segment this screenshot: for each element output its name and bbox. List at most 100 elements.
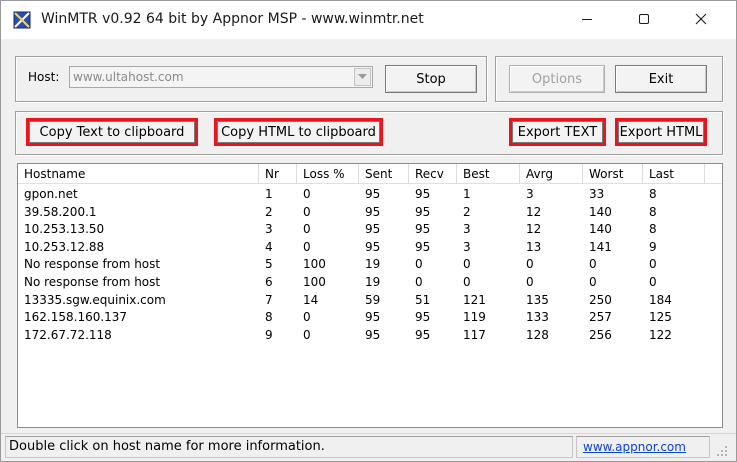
cell-nr: 9 <box>265 327 273 342</box>
stop-button[interactable]: Stop <box>385 65 477 93</box>
cell-hostname[interactable]: 162.158.160.137 <box>18 308 259 326</box>
table-row[interactable]: No response from host 5 100 19 0 0 0 0 0 <box>18 255 722 273</box>
winmtr-app-icon <box>13 11 31 29</box>
minimize-button[interactable] <box>564 1 610 39</box>
cell-nr: 7 <box>265 292 273 307</box>
host-combobox[interactable] <box>69 66 373 88</box>
cell-sent: 19 <box>365 257 381 272</box>
cell-worst: 256 <box>589 327 612 342</box>
cell-loss: 0 <box>303 239 311 254</box>
chevron-down-icon[interactable] <box>354 68 371 86</box>
cell-best: 119 <box>463 310 486 325</box>
cell-worst: 140 <box>589 204 612 219</box>
copy-text-button[interactable]: Copy Text to clipboard <box>26 118 198 146</box>
title-bar: WinMTR v0.92 64 bit by Appnor MSP - www.… <box>1 1 736 39</box>
cell-worst: 250 <box>589 292 612 307</box>
table-row[interactable]: 39.58.200.1 2 0 95 95 2 12 140 8 <box>18 203 722 221</box>
cell-recv: 95 <box>415 327 431 342</box>
appnor-link[interactable]: www.appnor.com <box>576 436 710 458</box>
cell-hostname[interactable]: 10.253.12.88 <box>18 238 259 256</box>
table-row[interactable]: No response from host 6 100 19 0 0 0 0 0 <box>18 273 722 291</box>
cell-loss: 0 <box>303 310 311 325</box>
cell-avrg: 135 <box>526 292 549 307</box>
cell-hostname[interactable]: No response from host <box>18 273 259 291</box>
cell-recv: 95 <box>415 222 431 237</box>
host-label: Host: <box>28 70 60 84</box>
cell-sent: 95 <box>365 239 381 254</box>
cell-avrg: 12 <box>526 204 542 219</box>
cell-sent: 95 <box>365 222 381 237</box>
cell-avrg: 128 <box>526 327 549 342</box>
status-bar: Double click on host name for more infor… <box>1 433 736 461</box>
host-input[interactable] <box>73 69 351 85</box>
cell-best: 1 <box>463 187 471 201</box>
column-header-hostname[interactable]: Hostname <box>18 164 259 184</box>
cell-best: 3 <box>463 222 471 237</box>
cell-sent: 95 <box>365 204 381 219</box>
results-table[interactable]: Hostname Nr Loss % Sent Recv Best Avrg W… <box>17 163 723 428</box>
cell-last: 9 <box>649 239 657 254</box>
export-html-button[interactable]: Export HTML <box>615 118 707 146</box>
cell-loss: 0 <box>303 204 311 219</box>
options-button[interactable]: Options <box>509 65 605 93</box>
column-header-best[interactable]: Best <box>457 164 520 184</box>
column-header-worst[interactable]: Worst <box>583 164 643 184</box>
maximize-button[interactable] <box>621 1 667 39</box>
cell-hostname[interactable]: 172.67.72.118 <box>18 326 259 344</box>
column-header-recv[interactable]: Recv <box>409 164 457 184</box>
cell-loss: 0 <box>303 327 311 342</box>
copy-html-button[interactable]: Copy HTML to clipboard <box>214 118 383 146</box>
table-row[interactable]: 13335.sgw.equinix.com 7 14 59 51 121 135 250 184 <box>18 291 722 309</box>
cell-avrg: 12 <box>526 222 542 237</box>
cell-sent: 95 <box>365 187 381 201</box>
cell-loss: 0 <box>303 222 311 237</box>
cell-sent: 19 <box>365 274 381 289</box>
cell-avrg: 0 <box>526 274 534 289</box>
export-text-button[interactable]: Export TEXT <box>509 118 606 146</box>
cell-loss: 0 <box>303 187 311 201</box>
cell-avrg: 3 <box>526 187 534 201</box>
cell-recv: 0 <box>415 257 423 272</box>
cell-last: 0 <box>649 257 657 272</box>
winmtr-window: WinMTR v0.92 64 bit by Appnor MSP - www.… <box>0 0 737 462</box>
cell-last: 8 <box>649 204 657 219</box>
column-header-nr[interactable]: Nr <box>259 164 297 184</box>
column-header-sent[interactable]: Sent <box>359 164 409 184</box>
cell-hostname[interactable]: 13335.sgw.equinix.com <box>18 291 259 309</box>
cell-recv: 95 <box>415 310 431 325</box>
close-icon <box>695 13 707 28</box>
cell-hostname[interactable]: gpon.net <box>18 185 259 203</box>
cell-loss: 100 <box>303 274 326 289</box>
table-row[interactable]: gpon.net 1 0 95 95 1 3 33 8 <box>18 185 722 203</box>
cell-recv: 95 <box>415 239 431 254</box>
window-title: WinMTR v0.92 64 bit by Appnor MSP - www.… <box>41 11 424 27</box>
cell-hostname[interactable]: No response from host <box>18 255 259 273</box>
cell-best: 0 <box>463 257 471 272</box>
column-header-avrg[interactable]: Avrg <box>520 164 583 184</box>
cell-loss: 14 <box>303 292 319 307</box>
table-row[interactable]: 172.67.72.118 9 0 95 95 117 128 256 122 <box>18 326 722 344</box>
maximize-icon <box>638 13 650 28</box>
table-row[interactable]: 10.253.12.88 4 0 95 95 3 13 141 9 <box>18 238 722 256</box>
cell-nr: 1 <box>265 187 273 201</box>
cell-avrg: 13 <box>526 239 542 254</box>
cell-hostname[interactable]: 10.253.13.50 <box>18 220 259 238</box>
cell-worst: 140 <box>589 222 612 237</box>
cell-worst: 141 <box>589 239 612 254</box>
close-button[interactable] <box>678 1 724 39</box>
cell-nr: 8 <box>265 310 273 325</box>
cell-hostname[interactable]: 39.58.200.1 <box>18 203 259 221</box>
column-header-last[interactable]: Last <box>643 164 705 184</box>
table-row[interactable]: 10.253.13.50 3 0 95 95 3 12 140 8 <box>18 220 722 238</box>
column-header-loss[interactable]: Loss % <box>297 164 359 184</box>
cell-last: 122 <box>649 327 672 342</box>
cell-worst: 0 <box>589 257 597 272</box>
cell-best: 3 <box>463 239 471 254</box>
cell-recv: 0 <box>415 274 423 289</box>
table-row[interactable]: 162.158.160.137 8 0 95 95 119 133 257 125 <box>18 308 722 326</box>
cell-last: 0 <box>649 274 657 289</box>
cell-last: 8 <box>649 187 657 201</box>
cell-avrg: 133 <box>526 310 549 325</box>
resize-grip-icon[interactable] <box>716 445 728 457</box>
exit-button[interactable]: Exit <box>615 65 707 93</box>
